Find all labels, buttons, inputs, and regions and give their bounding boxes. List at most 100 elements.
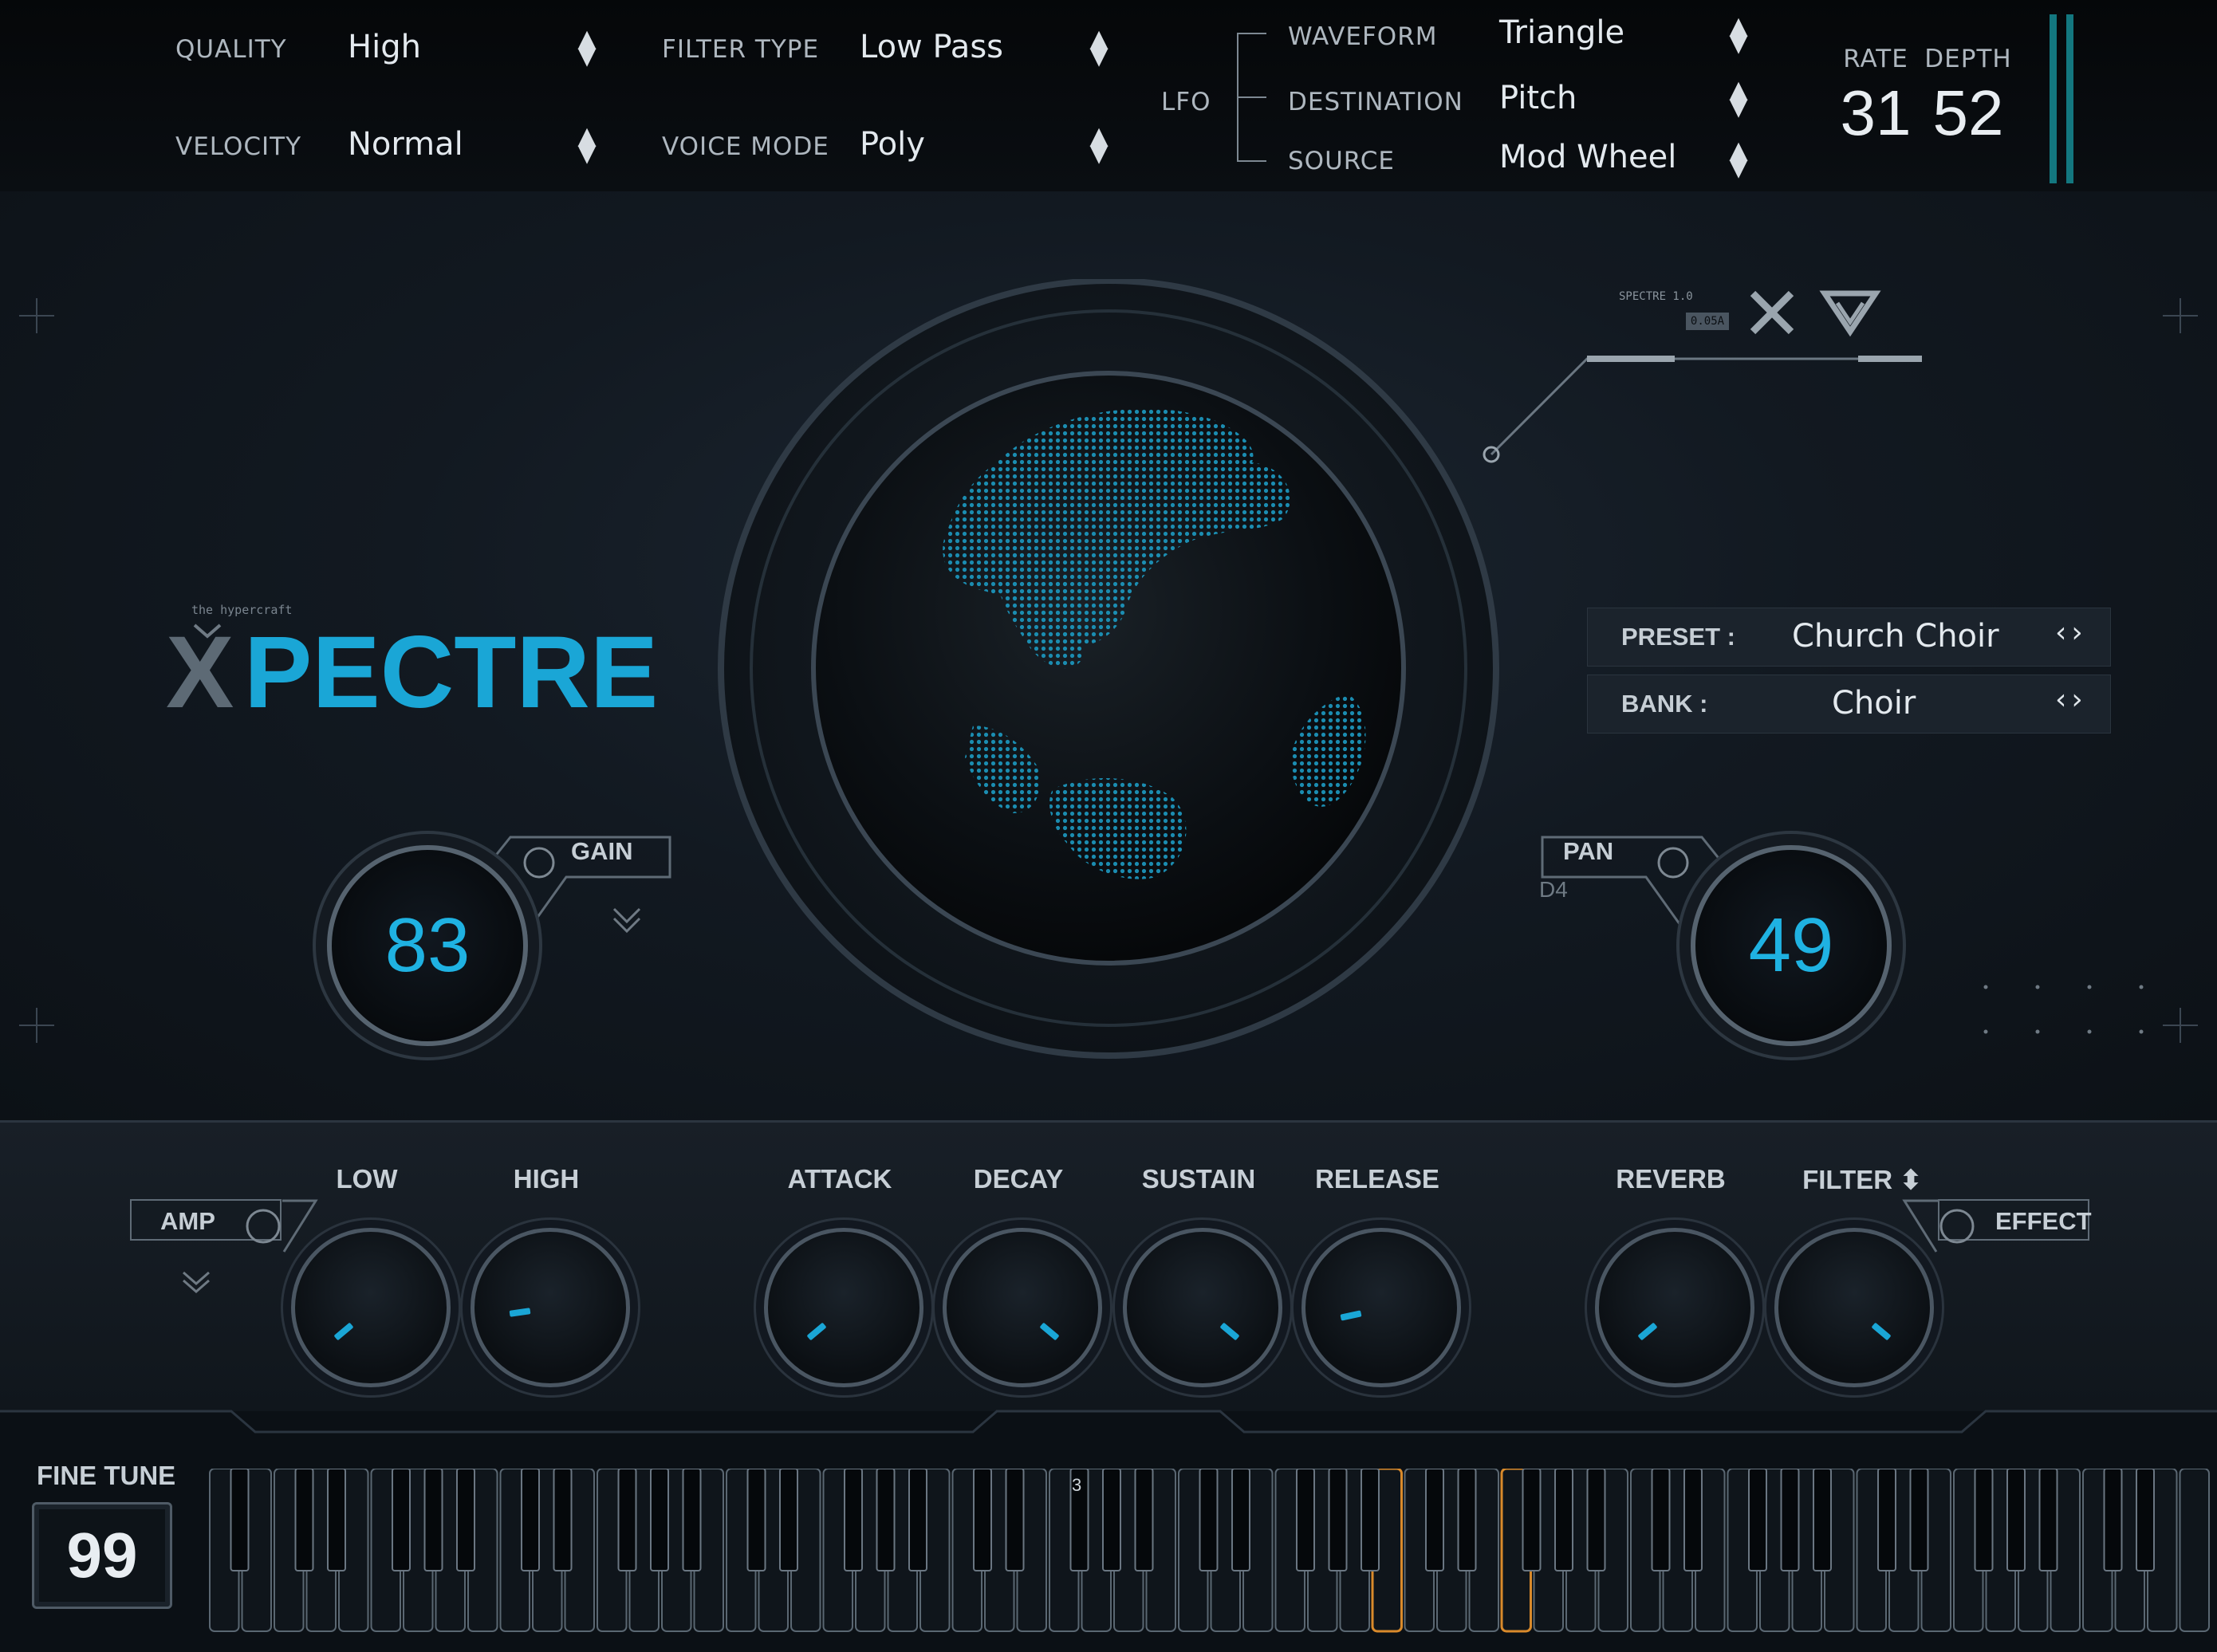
black-key[interactable] <box>423 1469 443 1571</box>
voice-mode-select[interactable]: Poly <box>860 126 925 163</box>
black-key[interactable] <box>327 1469 346 1571</box>
filter-type-select[interactable]: Low Pass <box>860 29 1003 65</box>
corner-crosshair <box>2163 1008 2198 1043</box>
knob-indicator <box>1219 1322 1240 1341</box>
black-key[interactable] <box>392 1469 411 1571</box>
black-key[interactable] <box>1748 1469 1767 1571</box>
high-knob[interactable] <box>471 1228 630 1387</box>
bank-label: BANK : <box>1621 690 1708 718</box>
lfo-source-select[interactable]: Mod Wheel <box>1499 139 1676 175</box>
black-key[interactable] <box>1134 1469 1154 1571</box>
level-meter-left <box>2050 14 2057 183</box>
black-key[interactable] <box>521 1469 540 1571</box>
black-key[interactable] <box>1651 1469 1671 1571</box>
black-key[interactable] <box>779 1469 798 1571</box>
black-key[interactable] <box>456 1469 475 1571</box>
reverb-knob[interactable] <box>1595 1228 1754 1387</box>
black-key[interactable] <box>1522 1469 1542 1571</box>
filter-knob[interactable] <box>1774 1228 1934 1387</box>
filter-type-updown-icon[interactable]: ▲ ▼ <box>1088 27 1110 69</box>
black-key[interactable] <box>2103 1469 2123 1571</box>
black-key[interactable] <box>294 1469 314 1571</box>
black-key[interactable] <box>553 1469 573 1571</box>
preset-selector[interactable]: PRESET : Church Choir ‹› <box>1587 608 2111 667</box>
black-key[interactable] <box>1586 1469 1606 1571</box>
attack-knob[interactable] <box>764 1228 923 1387</box>
sustain-knob[interactable] <box>1123 1228 1282 1387</box>
black-key[interactable] <box>1425 1469 1444 1571</box>
black-key[interactable] <box>746 1469 766 1571</box>
black-key[interactable] <box>1361 1469 1380 1571</box>
dot-grid <box>1983 985 2144 1034</box>
waveform-updown-icon[interactable]: ▲ ▼ <box>1727 14 1750 56</box>
black-key[interactable] <box>1102 1469 1121 1571</box>
fine-tune-box[interactable]: 99 <box>32 1502 172 1609</box>
black-key[interactable] <box>908 1469 927 1571</box>
lfo-waveform-label: WAVEFORM <box>1288 22 1438 51</box>
black-key[interactable] <box>1005 1469 1025 1571</box>
black-key[interactable] <box>2038 1469 2058 1571</box>
pan-label: PAN <box>1563 837 1614 865</box>
black-key[interactable] <box>682 1469 702 1571</box>
black-key[interactable] <box>1231 1469 1250 1571</box>
pan-dial[interactable]: 49 <box>1691 845 1892 1046</box>
knob-indicator <box>1637 1322 1658 1341</box>
amp-chevron-icon <box>183 1271 210 1293</box>
black-key[interactable] <box>1554 1469 1573 1571</box>
black-key[interactable] <box>1780 1469 1800 1571</box>
filter-type-label: FILTER TYPE <box>662 35 820 64</box>
logo-x: X <box>166 616 234 730</box>
knob-indicator <box>333 1322 354 1341</box>
corner-crosshair <box>2163 298 2198 333</box>
black-key[interactable] <box>844 1469 863 1571</box>
gain-label: GAIN <box>571 837 633 865</box>
black-key[interactable] <box>1199 1469 1219 1571</box>
black-key[interactable] <box>1974 1469 1994 1571</box>
release-label: RELEASE <box>1315 1164 1439 1194</box>
reverb-label: REVERB <box>1616 1164 1726 1194</box>
velocity-select[interactable]: Normal <box>348 126 463 163</box>
black-key[interactable] <box>1328 1469 1348 1571</box>
release-knob[interactable] <box>1301 1228 1461 1387</box>
black-key[interactable] <box>1813 1469 1832 1571</box>
black-key[interactable] <box>650 1469 669 1571</box>
bank-prev-next-icon[interactable]: ‹› <box>2055 683 2088 716</box>
velocity-updown-icon[interactable]: ▲ ▼ <box>576 124 598 166</box>
black-key[interactable] <box>1877 1469 1896 1571</box>
source-updown-icon[interactable]: ▲ ▼ <box>1727 139 1750 180</box>
depth-value[interactable]: 52 <box>1904 77 2032 150</box>
black-key[interactable] <box>973 1469 992 1571</box>
bank-value: Choir <box>1832 685 1916 722</box>
preset-prev-next-icon[interactable]: ‹› <box>2055 616 2088 649</box>
black-key[interactable] <box>1683 1469 1703 1571</box>
fine-tune-value: 99 <box>66 1520 138 1591</box>
black-key[interactable] <box>2136 1469 2155 1571</box>
gain-dial[interactable]: 83 <box>327 845 528 1046</box>
black-key[interactable] <box>876 1469 896 1571</box>
black-key[interactable] <box>1296 1469 1315 1571</box>
black-key[interactable] <box>1457 1469 1477 1571</box>
destination-updown-icon[interactable]: ▲ ▼ <box>1727 78 1750 120</box>
globe-display[interactable] <box>710 279 1507 1076</box>
piano-keyboard[interactable] <box>209 1469 2212 1636</box>
black-key[interactable] <box>2006 1469 2026 1571</box>
filter-label[interactable]: FILTER ⬍ <box>1782 1164 1942 1195</box>
logo-name: PECTRE <box>244 616 659 730</box>
gain-value: 83 <box>384 903 471 988</box>
octave-marker: 3 <box>1072 1475 1082 1495</box>
black-key[interactable] <box>617 1469 637 1571</box>
knob-indicator <box>509 1308 531 1317</box>
quality-updown-icon[interactable]: ▲ ▼ <box>576 27 598 69</box>
black-key[interactable] <box>230 1469 250 1571</box>
preset-label: PRESET : <box>1621 623 1735 651</box>
bank-selector[interactable]: BANK : Choir ‹› <box>1587 675 2111 734</box>
lfo-destination-select[interactable]: Pitch <box>1499 80 1577 116</box>
low-knob[interactable] <box>291 1228 451 1387</box>
lfo-waveform-select[interactable]: Triangle <box>1499 14 1624 51</box>
black-key[interactable] <box>1909 1469 1929 1571</box>
quality-select[interactable]: High <box>348 29 421 65</box>
voice-mode-updown-icon[interactable]: ▲ ▼ <box>1088 124 1110 166</box>
white-key[interactable] <box>2179 1469 2210 1632</box>
decay-knob[interactable] <box>943 1228 1102 1387</box>
pan-value: 49 <box>1748 903 1834 988</box>
